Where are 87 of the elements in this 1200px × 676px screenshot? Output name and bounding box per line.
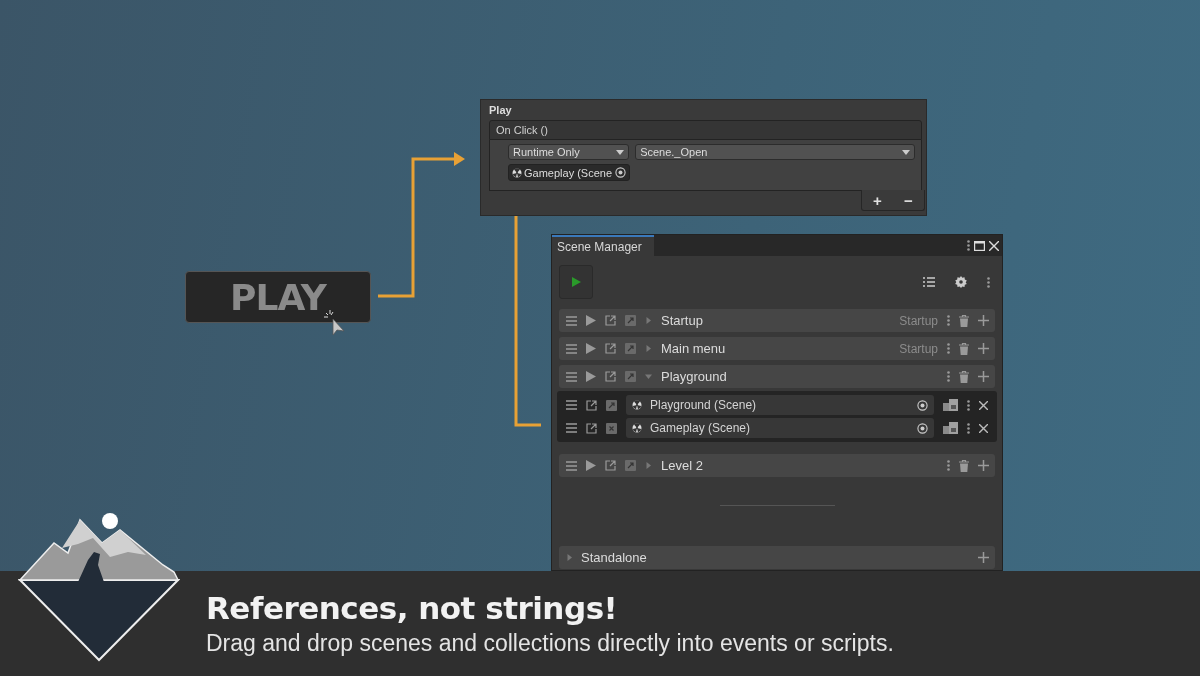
banner-subtitle: Drag and drop scenes and collections directly into events or scripts.	[206, 630, 895, 657]
remove-button[interactable]: −	[904, 191, 913, 209]
select-square-icon[interactable]	[625, 371, 636, 382]
more-icon[interactable]	[947, 371, 950, 382]
drag-handle-icon[interactable]	[566, 343, 577, 354]
play-button[interactable]: PLAY	[185, 271, 371, 323]
collection-name: Level 2	[661, 458, 704, 473]
trash-icon[interactable]	[959, 342, 969, 355]
scene-icon	[632, 400, 642, 410]
trash-icon[interactable]	[959, 314, 969, 327]
open-external-icon[interactable]	[605, 343, 616, 354]
add-button[interactable]: +	[873, 191, 882, 209]
scene-icon	[512, 167, 522, 178]
standalone-label: Standalone	[581, 550, 648, 565]
more-icon[interactable]	[987, 276, 990, 288]
standalone-row[interactable]: Standalone	[559, 546, 995, 569]
drag-handle-icon[interactable]	[566, 400, 577, 410]
play-button[interactable]	[559, 265, 593, 299]
close-icon[interactable]	[979, 423, 988, 433]
close-icon[interactable]	[989, 240, 999, 251]
play-icon[interactable]	[586, 460, 596, 471]
collection-name: Playground	[661, 369, 728, 384]
add-icon[interactable]	[978, 371, 989, 382]
collection-row[interactable]: Startup Startup	[559, 309, 995, 332]
add-icon[interactable]	[978, 315, 989, 326]
more-icon[interactable]	[947, 315, 950, 326]
more-icon[interactable]	[967, 422, 970, 434]
collection-name: Startup	[661, 313, 704, 328]
open-external-icon[interactable]	[586, 422, 597, 434]
select-square-icon[interactable]	[625, 343, 636, 354]
target-icon[interactable]	[917, 399, 928, 411]
foldout-arrow-icon[interactable]	[566, 554, 573, 561]
drag-handle-icon[interactable]	[566, 460, 577, 471]
event-header: On Click ()	[489, 120, 922, 140]
open-external-icon[interactable]	[586, 399, 597, 411]
select-square-icon[interactable]	[625, 460, 636, 471]
dropdown-caret-icon	[616, 149, 625, 155]
open-external-icon[interactable]	[605, 371, 616, 382]
collection-tag: Startup	[899, 341, 938, 356]
foldout-arrow-icon[interactable]	[645, 462, 652, 469]
banner-title: References, not strings!	[206, 590, 619, 626]
collection-row[interactable]: Main menu Startup	[559, 337, 995, 360]
settings-icon[interactable]	[955, 276, 967, 288]
scene-field[interactable]: Playground (Scene)	[626, 395, 934, 415]
mode-dropdown[interactable]: Runtime Only	[508, 144, 630, 160]
maximize-icon[interactable]	[974, 240, 985, 251]
add-icon[interactable]	[978, 552, 989, 563]
scene-field[interactable]: Gameplay (Scene)	[626, 418, 934, 438]
play-icon	[571, 277, 581, 287]
build-settings-icon[interactable]	[943, 422, 958, 434]
list-icon[interactable]	[923, 277, 935, 287]
play-icon[interactable]	[586, 343, 596, 354]
collection-name: Main menu	[661, 341, 727, 356]
function-dropdown[interactable]: Scene._Open	[635, 144, 915, 160]
play-icon[interactable]	[586, 315, 596, 326]
add-icon[interactable]	[978, 343, 989, 354]
window-tab[interactable]: Scene Manager	[552, 235, 654, 256]
build-settings-icon[interactable]	[943, 399, 958, 411]
select-square-icon[interactable]	[625, 315, 636, 326]
drag-handle-icon[interactable]	[566, 423, 577, 433]
collection-row[interactable]: Playground	[559, 365, 995, 388]
remove-square-icon[interactable]	[606, 422, 617, 434]
trash-icon[interactable]	[959, 370, 969, 383]
close-icon[interactable]	[979, 400, 988, 410]
open-external-icon[interactable]	[605, 460, 616, 471]
more-icon[interactable]	[967, 240, 970, 251]
scene-icon	[632, 423, 642, 433]
target-icon[interactable]	[615, 167, 626, 178]
collection-row[interactable]: Level 2	[559, 454, 995, 477]
more-icon[interactable]	[947, 460, 950, 471]
component-title: Play	[489, 104, 513, 116]
add-icon[interactable]	[978, 460, 989, 471]
drag-handle-icon[interactable]	[566, 371, 577, 382]
object-field[interactable]: Gameplay (Scene	[508, 164, 630, 181]
foldout-arrow-icon[interactable]	[645, 317, 652, 324]
select-square-icon[interactable]	[606, 399, 617, 411]
more-icon[interactable]	[967, 399, 970, 411]
target-icon[interactable]	[917, 422, 928, 434]
trash-icon[interactable]	[959, 459, 969, 472]
dropdown-caret-icon	[902, 149, 910, 155]
play-icon[interactable]	[586, 371, 596, 382]
foldout-arrow-icon[interactable]	[645, 345, 652, 352]
open-external-icon[interactable]	[605, 315, 616, 326]
drag-handle-icon[interactable]	[566, 315, 577, 326]
foldout-arrow-icon[interactable]	[645, 373, 652, 380]
collection-tag: Startup	[899, 313, 938, 328]
more-icon[interactable]	[947, 343, 950, 354]
